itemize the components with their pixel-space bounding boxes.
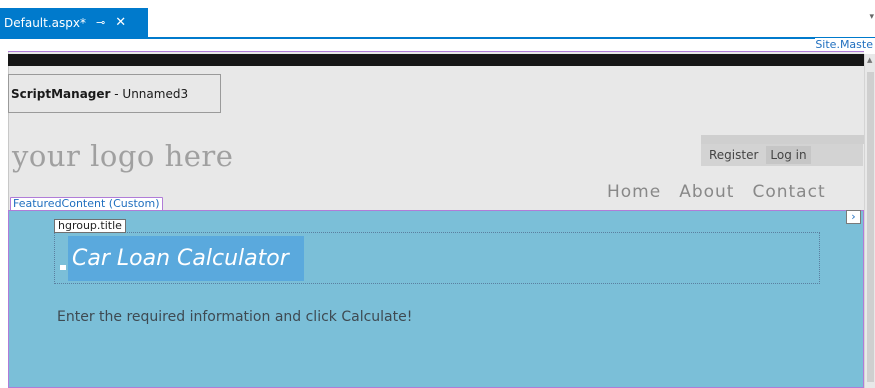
scroll-thumb[interactable] <box>867 72 874 382</box>
smart-tag-chevron-icon[interactable]: › <box>846 210 861 224</box>
featured-content-tag[interactable]: FeaturedContent (Custom) <box>10 197 163 211</box>
login-area: Register Log in <box>701 144 863 166</box>
script-manager-control[interactable]: ScriptManager - Unnamed3 <box>8 74 221 113</box>
content-border <box>8 51 864 52</box>
document-tab[interactable]: Default.aspx* ⊸ ✕ <box>0 8 148 37</box>
main-menu: Home About Contact <box>607 182 826 202</box>
login-area-bar <box>701 135 864 144</box>
menu-item-about[interactable]: About <box>679 182 734 202</box>
pin-icon[interactable]: ⊸ <box>96 16 105 29</box>
script-manager-separator: - <box>110 86 123 101</box>
page-title[interactable]: Car Loan Calculator <box>72 246 289 271</box>
document-tab-strip: Default.aspx* ⊸ ✕ ▾ <box>0 0 875 37</box>
vertical-scrollbar[interactable]: ▲ <box>864 54 875 388</box>
script-manager-id: Unnamed3 <box>122 86 189 101</box>
script-manager-type: ScriptManager <box>11 86 111 101</box>
site-logo[interactable]: your logo here <box>12 139 233 173</box>
design-view: Default.aspx* ⊸ ✕ ▾ Site.Maste ▲ ScriptM… <box>0 0 875 388</box>
register-link[interactable]: Register <box>705 146 762 164</box>
hgroup-tag[interactable]: hgroup.title <box>54 219 126 233</box>
tab-overflow-icon[interactable]: ▾ <box>869 12 874 22</box>
hgroup-handle-icon[interactable] <box>60 265 66 270</box>
login-link[interactable]: Log in <box>766 146 811 164</box>
menu-item-home[interactable]: Home <box>607 182 661 202</box>
tab-title: Default.aspx* <box>4 15 86 30</box>
master-page-label[interactable]: Site.Maste <box>815 38 875 52</box>
menu-item-contact[interactable]: Contact <box>752 182 825 202</box>
close-icon[interactable]: ✕ <box>115 15 126 30</box>
header-bar <box>8 54 864 66</box>
scroll-up-icon[interactable]: ▲ <box>867 56 872 64</box>
instructions-text: Enter the required information and click… <box>57 309 413 325</box>
tab-underline <box>0 37 875 39</box>
